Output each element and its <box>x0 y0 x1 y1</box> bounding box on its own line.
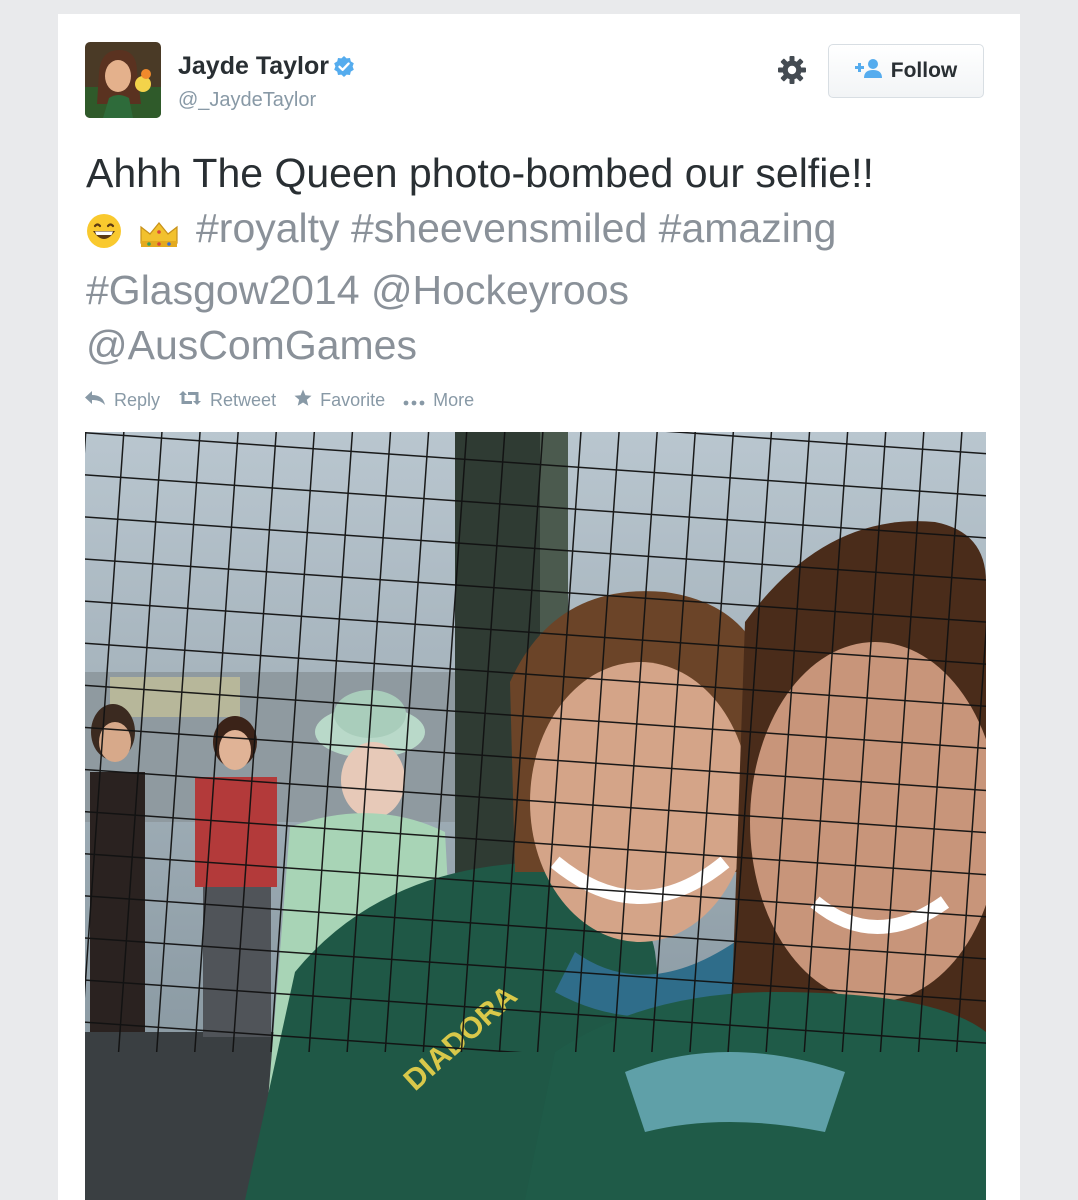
favorite-label: Favorite <box>320 390 386 410</box>
tweet-actions: Reply Retweet Favorite More <box>84 389 474 412</box>
hashtag-amazing[interactable]: #amazing <box>659 205 837 251</box>
mention-hockeyroos[interactable]: @Hockeyroos <box>371 267 629 313</box>
tweet-text-line4: @AusComGames <box>86 318 996 373</box>
page: Jayde Taylor @_JaydeTaylor Follow Ahhh T… <box>0 0 1078 1200</box>
user-avatar[interactable] <box>85 42 161 118</box>
more-label: More <box>433 390 475 410</box>
retweet-icon <box>178 390 202 411</box>
favorite-button[interactable]: Favorite <box>294 389 385 412</box>
selfie-photo-image: DIADORA <box>85 432 986 1200</box>
star-icon <box>294 389 312 412</box>
gear-icon[interactable] <box>776 54 808 86</box>
hashtag-sheevensmiled[interactable]: #sheevensmiled <box>351 205 647 251</box>
tweet-photo[interactable]: DIADORA <box>85 432 986 1200</box>
reply-label: Reply <box>114 390 161 410</box>
crown-emoji-icon <box>138 208 180 263</box>
follow-person-plus-icon <box>854 57 883 85</box>
avatar-image <box>85 42 161 118</box>
follow-button[interactable]: Follow <box>828 44 984 98</box>
display-name-text: Jayde Taylor <box>178 52 330 80</box>
retweet-label: Retweet <box>210 390 277 410</box>
reply-icon <box>84 390 106 411</box>
hashtag-glasgow2014[interactable]: #Glasgow2014 <box>86 267 360 313</box>
follow-label: Follow <box>890 59 958 82</box>
tweet-text-line1: Ahhh The Queen photo-bombed our selfie!! <box>86 150 874 196</box>
tweet-text: Ahhh The Queen photo-bombed our selfie!! <box>86 146 996 373</box>
tweet-card: Jayde Taylor @_JaydeTaylor Follow Ahhh T… <box>58 14 1020 1200</box>
mention-auscomgames[interactable]: @AusComGames <box>86 322 417 368</box>
retweet-button[interactable]: Retweet <box>178 390 276 411</box>
verified-badge-icon <box>332 55 356 79</box>
grinning-face-emoji-icon <box>86 208 122 263</box>
tweet-text-line2: #royalty #sheevensmiled #amazing <box>86 201 996 263</box>
more-button[interactable]: More <box>403 390 474 411</box>
screen-name[interactable]: @_JaydeTaylor <box>178 89 316 112</box>
tweet-text-line3: #Glasgow2014 @Hockeyroos <box>86 263 996 318</box>
reply-button[interactable]: Reply <box>84 390 160 411</box>
more-dots-icon <box>403 390 425 411</box>
display-name[interactable]: Jayde Taylor <box>178 52 356 81</box>
hashtag-royalty[interactable]: #royalty <box>196 205 340 251</box>
